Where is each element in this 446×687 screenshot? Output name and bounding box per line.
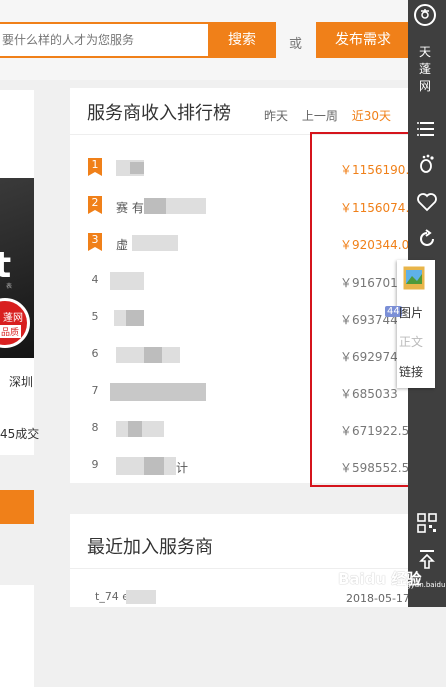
redacted-name — [126, 590, 156, 604]
rank-number: 1 — [88, 158, 102, 176]
redacted-name — [110, 272, 144, 290]
ranking-title: 服务商收入排行榜 — [87, 103, 231, 124]
back-to-top-icon[interactable] — [416, 548, 438, 570]
baidu-watermark: Baidu 经验 jingyan.baidu.com — [310, 567, 446, 597]
floating-tool-panel: 44 图片 正文 链接 — [385, 260, 435, 388]
rank-number: 9 — [91, 458, 99, 471]
picture-option[interactable]: 图片 — [399, 304, 423, 321]
redacted-name — [144, 457, 164, 475]
promo-badge-line1: 蓬网 — [3, 313, 23, 324]
text-option[interactable]: 正文 — [399, 333, 423, 350]
rank-name: 计 — [176, 461, 189, 475]
link-option[interactable]: 链接 — [399, 363, 423, 380]
rank-number: 5 — [91, 310, 99, 323]
city-label: 深圳 — [9, 375, 34, 389]
rank-number: 4 — [91, 273, 99, 286]
redacted-name — [132, 235, 178, 251]
search-input[interactable] — [0, 24, 208, 56]
brand-name: 天蓬网 — [418, 45, 431, 93]
redacted-name — [130, 162, 144, 174]
promo-letter: t — [0, 245, 12, 286]
search-box[interactable] — [0, 22, 208, 58]
menu-icon[interactable] — [416, 118, 438, 140]
rank-number: 3 — [88, 233, 102, 251]
ranking-tabs: 昨天 上一周 近30天 — [264, 107, 401, 124]
tab-yesterday[interactable]: 昨天 — [264, 109, 288, 123]
tab-last-week[interactable]: 上一周 — [302, 109, 338, 123]
left-card-2 — [0, 585, 34, 687]
promo-subtext: 表 — [6, 283, 13, 290]
left-column: t 表 蓬网 品质 深圳 45成交 — [0, 80, 50, 687]
recent-provider-date: 2018-05-17 — [346, 592, 410, 605]
search-button[interactable]: 搜索 — [208, 22, 276, 58]
rank-number: 7 — [91, 384, 99, 397]
rank-number: 6 — [91, 347, 99, 360]
redacted-name — [110, 383, 206, 401]
recent-title: 最近加入服务商 — [87, 537, 213, 558]
watermark-url: jingyan.baidu.com — [398, 581, 446, 589]
redacted-name — [126, 310, 144, 326]
tab-last-30-days[interactable]: 近30天 — [352, 109, 391, 123]
brand-logo-icon[interactable] — [414, 4, 436, 26]
qr-code-icon[interactable] — [416, 512, 438, 534]
promo-card: t 表 蓬网 品质 深圳 45成交 — [0, 90, 39, 455]
redacted-name — [144, 198, 166, 214]
paw-icon — [313, 569, 334, 589]
top-search-bar: 搜索 或 发布需求 — [0, 0, 410, 80]
publish-request-button[interactable]: 发布需求 — [316, 22, 410, 58]
recent-providers-panel: 最近加入服务商 t_74 e 2018-05-17 — [70, 514, 410, 607]
rank-name: 虚 — [116, 238, 129, 252]
recent-provider-name[interactable]: t_74 e — [95, 590, 129, 603]
rank-number: 2 — [88, 196, 102, 214]
left-orange-button[interactable] — [0, 490, 34, 524]
promo-badge-line2: 品质 — [0, 325, 22, 338]
redacted-name — [166, 198, 206, 214]
or-text: 或 — [289, 37, 303, 52]
deals-count: 45成交 — [0, 427, 40, 441]
heart-icon[interactable] — [416, 191, 438, 213]
refresh-icon[interactable] — [416, 228, 438, 250]
redacted-name — [144, 347, 162, 363]
rank-number: 8 — [91, 421, 99, 434]
picture-thumbnail-icon[interactable] — [401, 264, 427, 292]
footprint-icon[interactable] — [416, 153, 438, 175]
redacted-name — [128, 421, 142, 437]
